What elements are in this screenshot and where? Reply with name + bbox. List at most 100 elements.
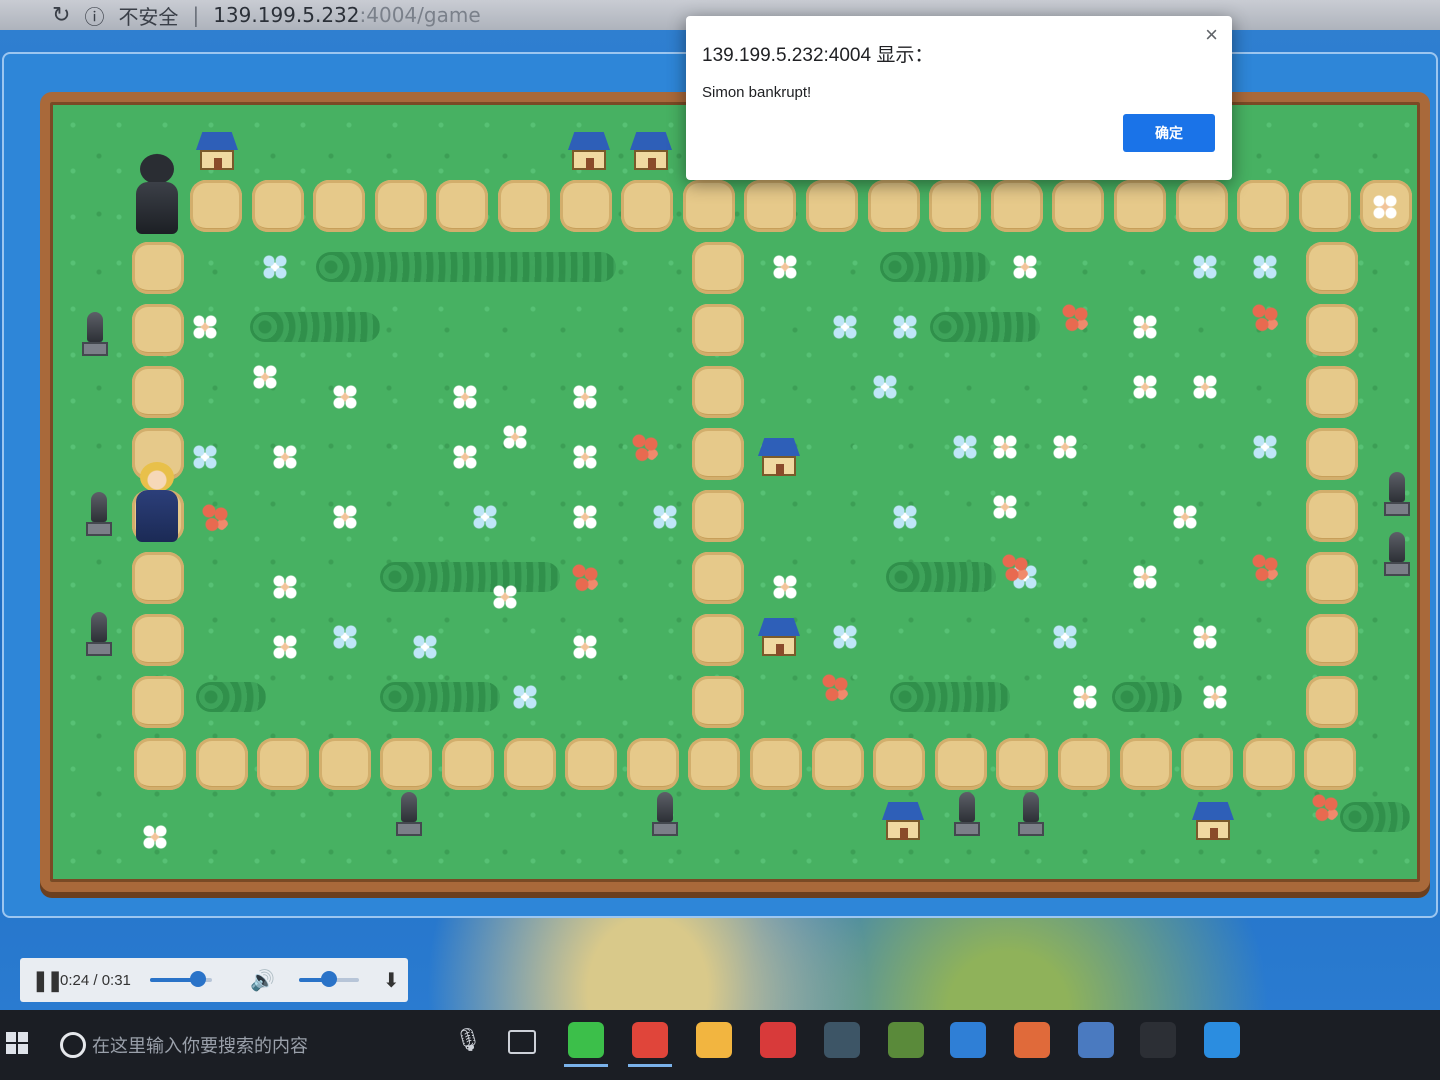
board-path-tile: [692, 366, 744, 418]
flower-decoration: [1250, 432, 1280, 462]
progress-slider[interactable]: [150, 971, 212, 987]
game-board[interactable]: [40, 92, 1430, 892]
board-path-tile: [132, 676, 184, 728]
close-icon[interactable]: ×: [1205, 22, 1218, 48]
board-path-tile: [626, 738, 679, 790]
flower-decoration: [830, 622, 860, 652]
board-path-tile: [806, 180, 858, 232]
flower-decoration: [1310, 792, 1340, 822]
board-path-tile: [1306, 304, 1358, 356]
flower-decoration: [330, 622, 360, 652]
flower-decoration: [510, 682, 540, 712]
microphone-icon[interactable]: 🎙: [454, 1028, 482, 1053]
terminal-taskbar-icon[interactable]: [1140, 1022, 1176, 1058]
volume-icon[interactable]: 🔊: [250, 968, 275, 993]
statue-fig: [1023, 792, 1039, 822]
board-path-tile: [195, 738, 248, 790]
statue-icon: [86, 492, 112, 536]
flower-decoration: [570, 442, 600, 472]
taskbar-search-input[interactable]: 在这里输入你要搜索的内容: [92, 1032, 308, 1058]
board-path-tile: [442, 738, 494, 790]
flower-decoration: [270, 632, 300, 662]
flower-decoration: [570, 632, 600, 662]
board-path-tile: [692, 490, 744, 542]
reload-icon[interactable]: ↻: [52, 3, 70, 28]
property-house-icon: [756, 618, 802, 660]
photo-viewer-taskbar-icon[interactable]: [888, 1022, 924, 1058]
house-door: [1210, 828, 1218, 840]
bush-decoration: [930, 312, 1040, 342]
url-path[interactable]: :4004/game: [360, 3, 481, 27]
statue-icon: [82, 312, 108, 356]
board-path-tile: [190, 180, 242, 232]
board-path-tile: [688, 738, 741, 790]
house-door: [900, 828, 908, 840]
running-app-indicator: [628, 1064, 672, 1067]
quick-assist-taskbar-icon[interactable]: [1204, 1022, 1240, 1058]
download-icon[interactable]: ⬇: [383, 968, 400, 993]
youdao-taskbar-icon[interactable]: [760, 1022, 796, 1058]
bush-decoration: [890, 682, 1010, 712]
statue-base: [1384, 562, 1410, 576]
board-path-tile: [1306, 242, 1358, 294]
app-tree-taskbar-icon[interactable]: [824, 1022, 860, 1058]
statue-fig: [1389, 532, 1405, 562]
url-host[interactable]: 139.199.5.232: [213, 3, 359, 27]
flower-decoration: [500, 422, 530, 452]
board-path-tile: [1114, 180, 1166, 232]
volume-slider[interactable]: [298, 971, 359, 987]
board-path-tile: [934, 738, 987, 790]
house-roof: [196, 132, 238, 150]
bush-decoration: [1340, 802, 1410, 832]
flower-decoration: [250, 362, 280, 392]
flower-decoration: [990, 432, 1020, 462]
separator: |: [192, 3, 200, 27]
flower-decoration: [470, 502, 500, 532]
wps-writer-taskbar-icon[interactable]: [950, 1022, 986, 1058]
flower-decoration: [1190, 372, 1220, 402]
flower-decoration: [950, 432, 980, 462]
ok-button[interactable]: 确定: [1123, 114, 1215, 152]
task-view-icon[interactable]: [508, 1030, 536, 1054]
statue-fig: [657, 792, 673, 822]
statue-icon: [1384, 532, 1410, 576]
volume-knob[interactable]: [320, 971, 337, 987]
board-path-tile: [990, 180, 1043, 232]
progress-knob[interactable]: [189, 971, 206, 987]
bush-decoration: [880, 252, 990, 282]
flower-decoration: [1050, 432, 1080, 462]
flower-decoration: [1190, 252, 1220, 282]
board-path-tile: [1306, 614, 1358, 666]
board-path-tile: [318, 738, 371, 790]
property-house-icon: [756, 438, 802, 480]
flower-decoration: [1000, 552, 1030, 582]
pause-icon[interactable]: ❚❚: [32, 968, 64, 993]
wps-presentation-taskbar-icon[interactable]: [1014, 1022, 1050, 1058]
flower-decoration: [1370, 192, 1400, 222]
statue-fig: [87, 312, 103, 342]
board-path-tile: [436, 180, 489, 232]
house-door: [776, 464, 784, 476]
windows-start-icon[interactable]: [6, 1032, 28, 1054]
file-manager-taskbar-icon[interactable]: [1078, 1022, 1114, 1058]
alert-dialog: 139.199.5.232:4004 显示： × Simon bankrupt!…: [686, 16, 1232, 180]
flower-decoration: [200, 502, 230, 532]
board-path-tile: [692, 552, 744, 604]
house-roof: [630, 132, 672, 150]
statue-fig: [91, 612, 107, 642]
info-icon[interactable]: ⓘ: [84, 1, 104, 30]
flower-decoration: [450, 382, 480, 412]
wechat-taskbar-icon[interactable]: [568, 1022, 604, 1058]
statue-icon: [1018, 792, 1044, 836]
statue-base: [82, 342, 108, 356]
flower-decoration: [990, 492, 1020, 522]
statue-base: [652, 822, 678, 836]
file-explorer-taskbar-icon[interactable]: [696, 1022, 732, 1058]
flower-decoration: [650, 502, 680, 532]
chrome-taskbar-icon[interactable]: [632, 1022, 668, 1058]
property-house-icon: [880, 802, 926, 844]
board-path-tile: [1306, 366, 1358, 418]
statue-icon: [652, 792, 678, 836]
board-path-tile: [1052, 180, 1105, 232]
cortana-icon[interactable]: [60, 1032, 86, 1058]
